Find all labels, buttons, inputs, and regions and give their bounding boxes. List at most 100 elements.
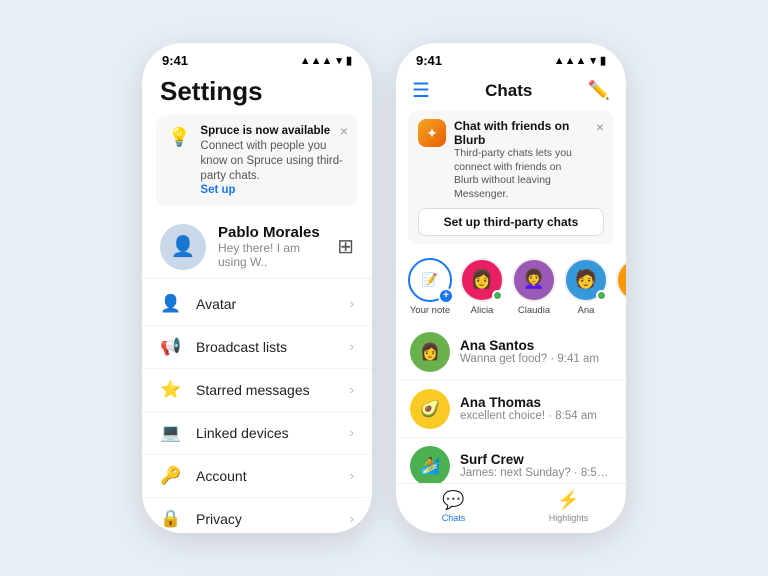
online-dot	[492, 290, 503, 301]
chats-tab-icon: 💬	[442, 490, 464, 511]
chat-list: 👩 Ana Santos Wanna get food? · 9:41 am 🥑…	[396, 324, 626, 483]
menu-label-broadcast: Broadcast lists	[196, 339, 336, 355]
story-avatar-claudia: 👩‍🦱	[512, 258, 556, 302]
menu-label-account: Account	[196, 468, 336, 484]
close-blurb-button[interactable]: ×	[596, 119, 604, 135]
chats-header: ☰ Chats ✏️	[396, 72, 626, 111]
chevron-right-icon: ›	[350, 468, 354, 483]
close-banner-button[interactable]: ×	[340, 123, 348, 139]
setup-link[interactable]: Set up	[200, 184, 235, 196]
chevron-right-icon: ›	[350, 511, 354, 526]
chevron-right-icon: ›	[350, 296, 354, 311]
nav-chats-tab[interactable]: 💬 Chats	[396, 490, 511, 523]
chat-info-surf-crew: Surf Crew James: next Sunday? · 8:50 am	[460, 452, 612, 479]
chats-tab-label: Chats	[442, 513, 466, 523]
blurb-title: Chat with friends on Blurb	[454, 119, 588, 147]
menu-label-avatar: Avatar	[196, 296, 336, 312]
story-your-note[interactable]: 📝 + Your note	[408, 258, 452, 316]
laptop-icon: 💻	[160, 423, 182, 443]
menu-icon[interactable]: ☰	[412, 78, 430, 103]
chats-title: Chats	[440, 81, 578, 101]
status-icons-settings: ▲▲▲ ▾ ▮	[300, 54, 352, 67]
story-ana[interactable]: 🧑 Ana	[564, 258, 608, 316]
chevron-right-icon: ›	[350, 425, 354, 440]
highlights-tab-icon: ⚡	[557, 490, 579, 511]
setup-third-party-button[interactable]: Set up third-party chats	[418, 208, 604, 236]
signal-icon: ▲▲▲	[300, 55, 333, 67]
time-settings: 9:41	[162, 53, 188, 68]
menu-item-avatar[interactable]: 👤 Avatar ›	[142, 283, 372, 326]
menu-label-privacy: Privacy	[196, 511, 336, 527]
story-label-ana: Ana	[578, 305, 595, 316]
menu-label-linked: Linked devices	[196, 425, 336, 441]
status-icons-chats: ▲▲▲ ▾ ▮	[554, 54, 606, 67]
story-label-alicia: Alicia	[471, 305, 494, 316]
menu-item-linked[interactable]: 💻 Linked devices ›	[142, 412, 372, 455]
chevron-right-icon: ›	[350, 339, 354, 354]
menu-item-broadcast[interactable]: 📢 Broadcast lists ›	[142, 326, 372, 369]
edit-icon[interactable]: ✏️	[588, 80, 610, 101]
story-avatar-br: 👦	[616, 258, 626, 302]
chat-info-ana-thomas-1: Ana Thomas excellent choice! · 8:54 am	[460, 395, 612, 422]
time-chats: 9:41	[416, 53, 442, 68]
story-br[interactable]: 👦 Br..	[616, 258, 626, 316]
chat-avatar-surf-crew: 🏄	[410, 446, 450, 483]
wifi-icon: ▾	[336, 54, 342, 67]
story-alicia[interactable]: 👩 Alicia	[460, 258, 504, 316]
profile-name: Pablo Morales	[218, 224, 325, 241]
key-icon: 🔑	[160, 466, 182, 486]
notification-banner: 💡 Spruce is now available Connect with p…	[156, 115, 358, 206]
blurb-desc: Third-party chats lets you connect with …	[454, 147, 588, 202]
status-bar-chats: 9:41 ▲▲▲ ▾ ▮	[396, 43, 626, 72]
chat-item-ana-santos[interactable]: 👩 Ana Santos Wanna get food? · 9:41 am	[396, 324, 626, 381]
chat-avatar-ana-santos: 👩	[410, 332, 450, 372]
nav-highlights-tab[interactable]: ⚡ Highlights	[511, 490, 626, 523]
star-icon: ⭐	[160, 380, 182, 400]
blurb-text: Chat with friends on Blurb Third-party c…	[454, 119, 588, 202]
chat-info-ana-santos: Ana Santos Wanna get food? · 9:41 am	[460, 338, 612, 365]
chats-phone: 9:41 ▲▲▲ ▾ ▮ ☰ Chats ✏️ ✦ Chat with frie…	[396, 43, 626, 533]
menu-item-account[interactable]: 🔑 Account ›	[142, 455, 372, 498]
profile-info: Pablo Morales Hey there! I am using W..	[218, 224, 325, 269]
chat-item-ana-thomas-1[interactable]: 🥑 Ana Thomas excellent choice! · 8:54 am	[396, 381, 626, 438]
chat-preview-ana-thomas-1: excellent choice! · 8:54 am	[460, 410, 612, 422]
blurb-banner: ✦ Chat with friends on Blurb Third-party…	[408, 111, 614, 244]
lock-icon: 🔒	[160, 509, 182, 529]
story-avatar-ana: 🧑	[564, 258, 608, 302]
menu-item-starred[interactable]: ⭐ Starred messages ›	[142, 369, 372, 412]
chat-preview-surf-crew: James: next Sunday? · 8:50 am	[460, 467, 612, 479]
status-bar-settings: 9:41 ▲▲▲ ▾ ▮	[142, 43, 372, 72]
menu-item-privacy[interactable]: 🔒 Privacy ›	[142, 498, 372, 533]
chat-name-ana-thomas-1: Ana Thomas	[460, 395, 612, 410]
avatar: 👤	[160, 224, 206, 270]
battery-icon: ▮	[346, 54, 352, 67]
chat-name-ana-santos: Ana Santos	[460, 338, 612, 353]
notification-icon: 💡	[168, 127, 190, 148]
battery-icon: ▮	[600, 54, 606, 67]
settings-phone: 9:41 ▲▲▲ ▾ ▮ Settings 💡 Spruce is now av…	[142, 43, 372, 533]
chat-item-surf-crew[interactable]: 🏄 Surf Crew James: next Sunday? · 8:50 a…	[396, 438, 626, 483]
notification-title: Spruce is now available	[200, 125, 346, 137]
profile-status: Hey there! I am using W..	[218, 241, 325, 269]
bottom-nav-chats: 💬 Chats ⚡ Highlights	[396, 483, 626, 533]
highlights-tab-label: Highlights	[549, 513, 589, 523]
settings-title: Settings	[142, 72, 372, 115]
menu-label-starred: Starred messages	[196, 382, 336, 398]
online-dot	[596, 290, 607, 301]
story-claudia[interactable]: 👩‍🦱 Claudia	[512, 258, 556, 316]
qr-icon[interactable]: ⊞	[337, 234, 354, 259]
blurb-logo: ✦	[418, 119, 446, 147]
chat-name-surf-crew: Surf Crew	[460, 452, 612, 467]
story-label-note: Your note	[410, 305, 450, 316]
profile-row[interactable]: 👤 Pablo Morales Hey there! I am using W.…	[142, 216, 372, 279]
story-avatar-note: 📝 +	[408, 258, 452, 302]
wifi-icon: ▾	[590, 54, 596, 67]
notification-text: Spruce is now available Connect with peo…	[200, 125, 346, 196]
avatar-icon: 👤	[160, 294, 182, 314]
story-avatar-alicia: 👩	[460, 258, 504, 302]
signal-icon: ▲▲▲	[554, 55, 587, 67]
menu-list: 👤 Avatar › 📢 Broadcast lists › ⭐ Starred…	[142, 283, 372, 533]
chevron-right-icon: ›	[350, 382, 354, 397]
broadcast-icon: 📢	[160, 337, 182, 357]
stories-row: 📝 + Your note 👩 Alicia 👩‍🦱 Claudia	[396, 252, 626, 324]
